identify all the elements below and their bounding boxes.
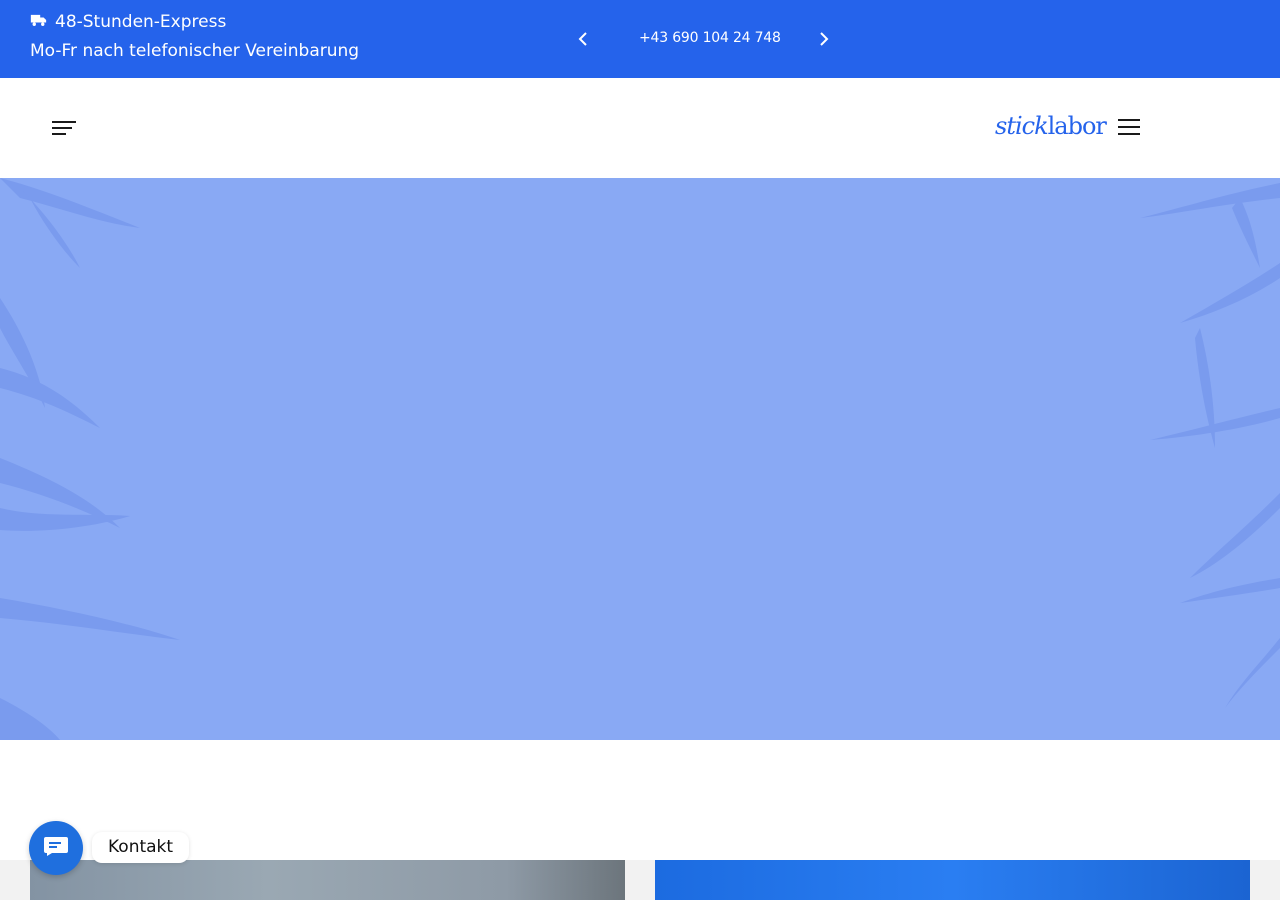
hours-text: Mo-Fr nach telefonischer Vereinbarung	[30, 41, 360, 61]
announcement-bar: 48-Stunden-Express Mo-Fr nach telefonisc…	[0, 0, 1280, 78]
truck-icon	[30, 12, 47, 32]
phone-link[interactable]: +43 690 104 24 748	[639, 30, 781, 46]
site-logo[interactable]: sticklabor	[995, 112, 1107, 140]
hero-banner	[0, 178, 1280, 740]
product-image-right[interactable]	[655, 860, 1250, 900]
chevron-left-icon[interactable]	[572, 28, 594, 50]
hamburger-icon[interactable]	[1118, 118, 1140, 136]
bamboo-leaves-decoration	[0, 178, 1280, 740]
logo-part-labor: labor	[1047, 112, 1107, 140]
express-text: 48-Stunden-Express	[55, 12, 227, 32]
contact-label[interactable]: Kontakt	[92, 832, 190, 863]
logo-part-stick: stick	[995, 112, 1049, 140]
chevron-right-icon[interactable]	[813, 28, 835, 50]
contact-button[interactable]	[29, 821, 83, 875]
express-notice: 48-Stunden-Express	[30, 12, 226, 32]
site-header: sticklabor	[0, 78, 1280, 178]
product-image-left[interactable]	[30, 860, 625, 900]
menu-icon[interactable]	[52, 120, 78, 136]
chat-icon	[43, 835, 69, 861]
